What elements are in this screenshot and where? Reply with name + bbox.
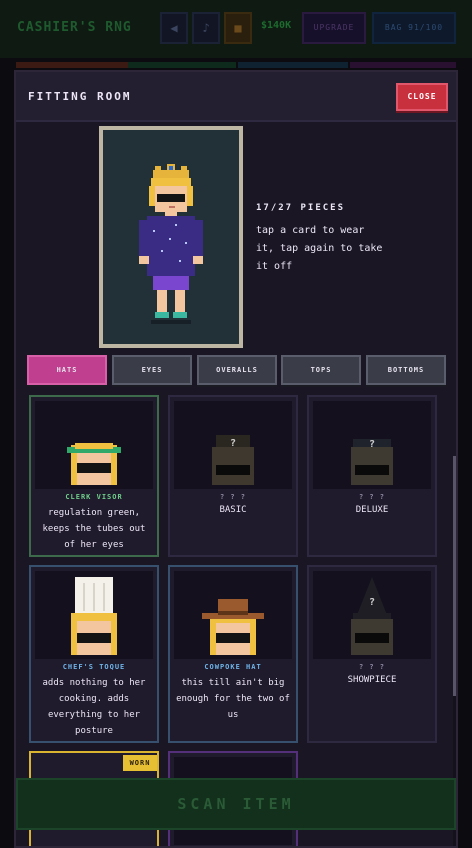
card-tier: DELUXE [355,505,389,515]
pieces-count: 17/27 PIECES [256,203,346,213]
cowpoke-hat-art [174,571,292,659]
item-card-clerk-visor[interactable]: CLERK VISOR regulation green, keeps the … [29,395,159,557]
close-button[interactable]: CLOSE [396,83,448,111]
locked-hat-icon: ? [351,577,393,655]
card-name: ? ? ? [358,663,386,671]
tab-bottoms[interactable]: BOTTOMS [366,355,446,385]
svg-text:?: ? [369,597,375,608]
card-tier: BASIC [219,505,247,515]
music-icon: ♪ [202,21,210,35]
character-preview [103,130,239,344]
scroll-thumb[interactable] [453,456,456,696]
worn-badge: WORN [123,755,157,771]
back-button[interactable]: ◀ [160,12,188,44]
card-description: regulation green, keeps the tubes out of… [42,508,146,550]
progress-strip [16,62,128,68]
square-icon: ■ [234,21,242,35]
card-description: adds nothing to her cooking. adds everyt… [42,678,146,736]
menu-button[interactable]: ■ [224,12,252,44]
game-title: CASHIER'S RNG [17,20,132,35]
game-header: CASHIER'S RNG ◀ ♪ ■ $140K UPGRADE BAG 91… [0,0,472,58]
progress-strip [238,62,348,68]
locked-hat-icon: ? [351,439,393,485]
music-button[interactable]: ♪ [192,12,220,44]
svg-text:?: ? [369,439,375,450]
item-card-chefs-toque[interactable]: CHEF'S TOQUE adds nothing to her cooking… [29,565,159,743]
item-card-cowpoke-hat[interactable]: COWPOKE HAT this till ain't big enough f… [168,565,298,743]
cowpoke-hat-icon [202,599,264,655]
locked-art: ? [313,401,431,489]
item-card-basic[interactable]: ? ? ? ? BASIC [168,395,298,557]
tab-hats[interactable]: HATS [27,355,107,385]
card-description: this till ain't big enough for the two o… [176,678,290,720]
progress-strip [128,62,236,68]
card-name: CLERK VISOR [65,493,123,501]
tab-eyes[interactable]: EYES [112,355,192,385]
card-name: CHEF'S TOQUE [62,663,126,671]
tab-tops[interactable]: TOPS [281,355,361,385]
upgrade-button[interactable]: UPGRADE [302,12,366,44]
bag-button[interactable]: BAG 91/100 [372,12,456,44]
item-card-showpiece[interactable]: ? ? ? ? SHOWPIECE [307,565,437,743]
card-name: COWPOKE HAT [204,663,262,671]
tab-overalls[interactable]: OVERALLS [197,355,277,385]
card-tier: SHOWPIECE [347,675,397,685]
cashier-character-sprite [139,164,203,324]
back-icon: ◀ [170,21,178,35]
locked-art: ? [313,571,431,659]
locked-hat-icon: ? [212,435,254,485]
fitting-room-modal: FITTING ROOM CLOSE 17/27 PIECES tap a ca… [14,70,458,848]
modal-title: FITTING ROOM [28,90,132,103]
progress-strip [350,62,456,68]
card-name: ? ? ? [219,493,247,501]
character-portrait [99,126,243,348]
hint-text: tap a card to wear it, tap again to take… [256,225,383,272]
scan-item-button[interactable]: SCAN ITEM [16,778,456,830]
item-card-deluxe[interactable]: ? ? ? ? DELUXE [307,395,437,557]
bag-label: BAG 91/100 [384,23,444,32]
upgrade-label: UPGRADE [313,23,355,32]
svg-text:?: ? [230,438,236,449]
card-name: ? ? ? [358,493,386,501]
chefs-toque-icon [71,577,117,655]
money-counter: $140K [261,20,292,31]
category-tabs: HATS EYES OVERALLS TOPS BOTTOMS [27,355,447,387]
locked-art: ? [174,401,292,489]
clerk-visor-icon [67,443,121,485]
clerk-visor-art [35,401,153,489]
chefs-toque-art [35,571,153,659]
modal-header: FITTING ROOM CLOSE [16,72,456,122]
